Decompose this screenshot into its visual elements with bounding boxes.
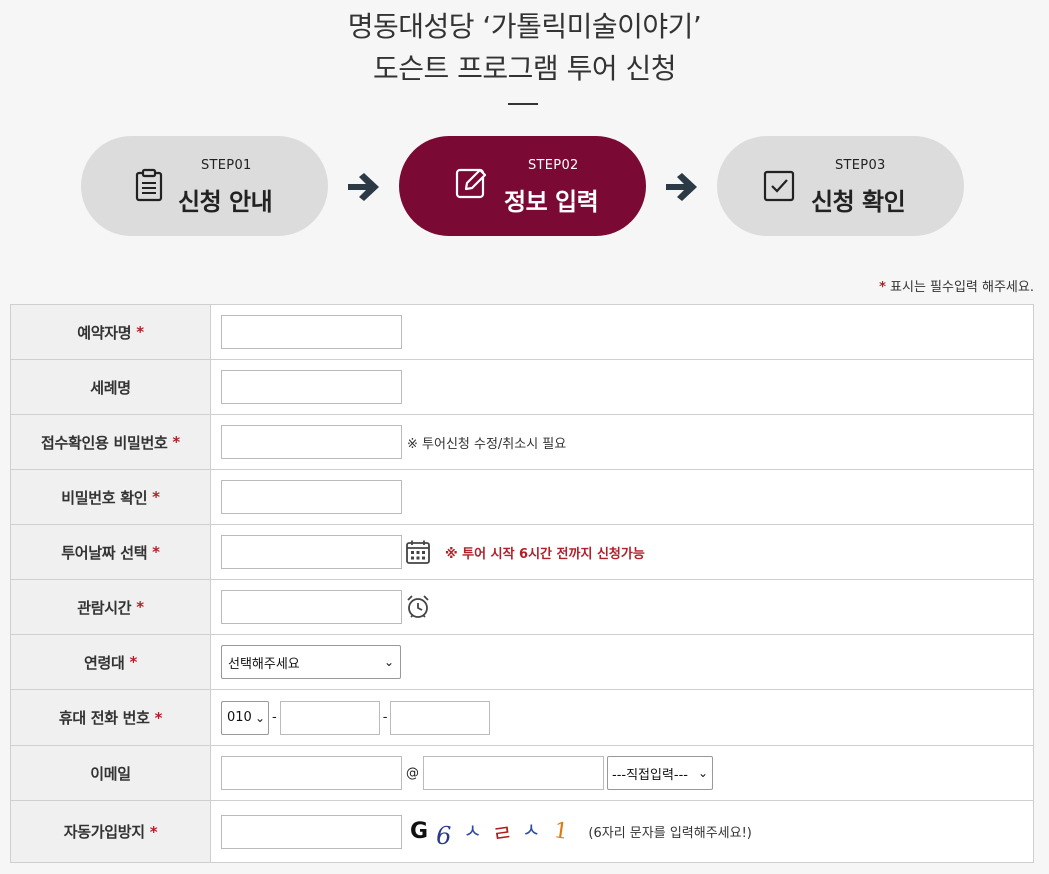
email-domain-select-value: ---직접입력--- [612,767,688,783]
baptismal-name-label: 세례명 [11,360,211,414]
email-label: 이메일 [11,746,211,800]
tour-date-label: 투어날짜 선택 * [11,525,211,579]
view-time-label: 관람시간 * [11,580,211,634]
step-1-number: STEP01 [201,158,252,173]
age-label: 연령대 * [11,635,211,689]
captcha-note: (6자리 문자를 입력해주세요!) [588,826,752,841]
step-3-title: 신청 확인 [811,188,906,216]
phone-middle-input[interactable] [279,700,380,735]
form-row-view-time: 관람시간 * [11,580,1033,635]
form-row-password-confirm: 비밀번호 확인 * [11,470,1033,525]
page-title: 명동대성당 ‘가톨릭미술이야기’ 도슨트 프로그램 투어 신청 [0,6,1049,90]
name-input[interactable] [221,315,402,349]
age-select-value: 선택해주세요 [228,656,300,672]
baptismal-name-input[interactable] [221,370,402,404]
password-input[interactable] [221,425,402,459]
phone-label: 휴대 전화 번호 * [11,690,211,745]
required-note-text: 표시는 필수입력 해주세요. [890,280,1034,295]
form-row-tour-date: 투어날짜 선택 * ※ 투어 시작 6시간 전까지 신청가능 [11,525,1033,580]
application-form: 예약자명 * 세례명 접수확인용 비밀번호 * ※ 투어신청 수정/취소시 필요… [10,304,1034,863]
captcha-label: 자동가입방지 * [11,801,211,862]
page-title-line2: 도슨트 프로그램 투어 신청 [372,52,677,85]
captcha-image: G 6 ㅅ ㄹ ㅅ 1 [410,812,571,852]
password-confirm-label: 비밀번호 확인 * [11,470,211,524]
required-star: * [879,280,886,295]
view-time-input[interactable] [221,590,402,624]
password-note: ※ 투어신청 수정/취소시 필요 [407,436,567,452]
step-1: STEP01 신청 안내 [81,136,328,236]
step-2: STEP02 정보 입력 [399,136,646,236]
captcha-input[interactable] [221,814,402,849]
captcha-char: ㅅ [522,818,541,842]
calendar-icon[interactable] [405,539,431,565]
email-domain-select[interactable]: ---직접입력--- ⌄ [607,756,713,790]
chevron-down-icon: ⌄ [697,766,708,780]
phone-dash: - [382,710,388,725]
title-divider [508,103,538,105]
captcha-char: ㄹ [490,820,514,848]
page-title-line1: 명동대성당 ‘가톨릭미술이야기’ [347,10,702,43]
email-at-sign: @ [406,765,419,781]
tour-date-input[interactable] [221,535,402,569]
checkbox-icon [763,170,795,202]
form-row-baptismal: 세례명 [11,360,1033,415]
password-label: 접수확인용 비밀번호 * [11,415,211,469]
step-1-title: 신청 안내 [178,188,273,216]
tour-date-note: ※ 투어 시작 6시간 전까지 신청가능 [445,546,645,562]
captcha-char: G [410,819,429,844]
alarm-clock-icon[interactable] [405,594,431,620]
phone-dash: - [272,710,277,725]
form-row-phone: 휴대 전화 번호 * 010 ⌄ - - [11,690,1033,746]
phone-prefix-value: 010 [227,710,252,725]
required-note: * 표시는 필수입력 해주세요. [879,276,1034,295]
email-id-input[interactable] [221,756,402,790]
chevron-down-icon: ⌄ [383,655,394,669]
phone-last-input[interactable] [390,700,491,735]
edit-icon [455,168,487,199]
age-select[interactable]: 선택해주세요 ⌄ [221,645,401,679]
captcha-char: ㅅ [463,819,482,843]
form-row-captcha: 자동가입방지 * G 6 ㅅ ㄹ ㅅ 1 (6자리 문자를 입력해주세요!) [11,801,1033,863]
captcha-char: 1 [552,818,571,845]
step-3: STEP03 신청 확인 [717,136,964,236]
form-row-email: 이메일 @ ---직접입력--- ⌄ [11,746,1033,801]
form-row-age: 연령대 * 선택해주세요 ⌄ [11,635,1033,690]
step-3-number: STEP03 [835,158,886,173]
form-row-password: 접수확인용 비밀번호 * ※ 투어신청 수정/취소시 필요 [11,415,1033,470]
password-confirm-input[interactable] [221,480,402,514]
captcha-char: 6 [436,821,452,850]
arrow-right-icon [666,173,697,201]
name-label: 예약자명 * [11,305,211,359]
email-domain-input[interactable] [423,756,604,790]
clipboard-icon [135,168,163,202]
step-2-number: STEP02 [528,158,579,173]
arrow-right-icon [348,173,379,201]
form-row-name: 예약자명 * [11,305,1033,360]
phone-prefix-select[interactable]: 010 ⌄ [221,700,269,735]
step-2-title: 정보 입력 [504,188,599,216]
chevron-down-icon: ⌄ [254,710,265,725]
